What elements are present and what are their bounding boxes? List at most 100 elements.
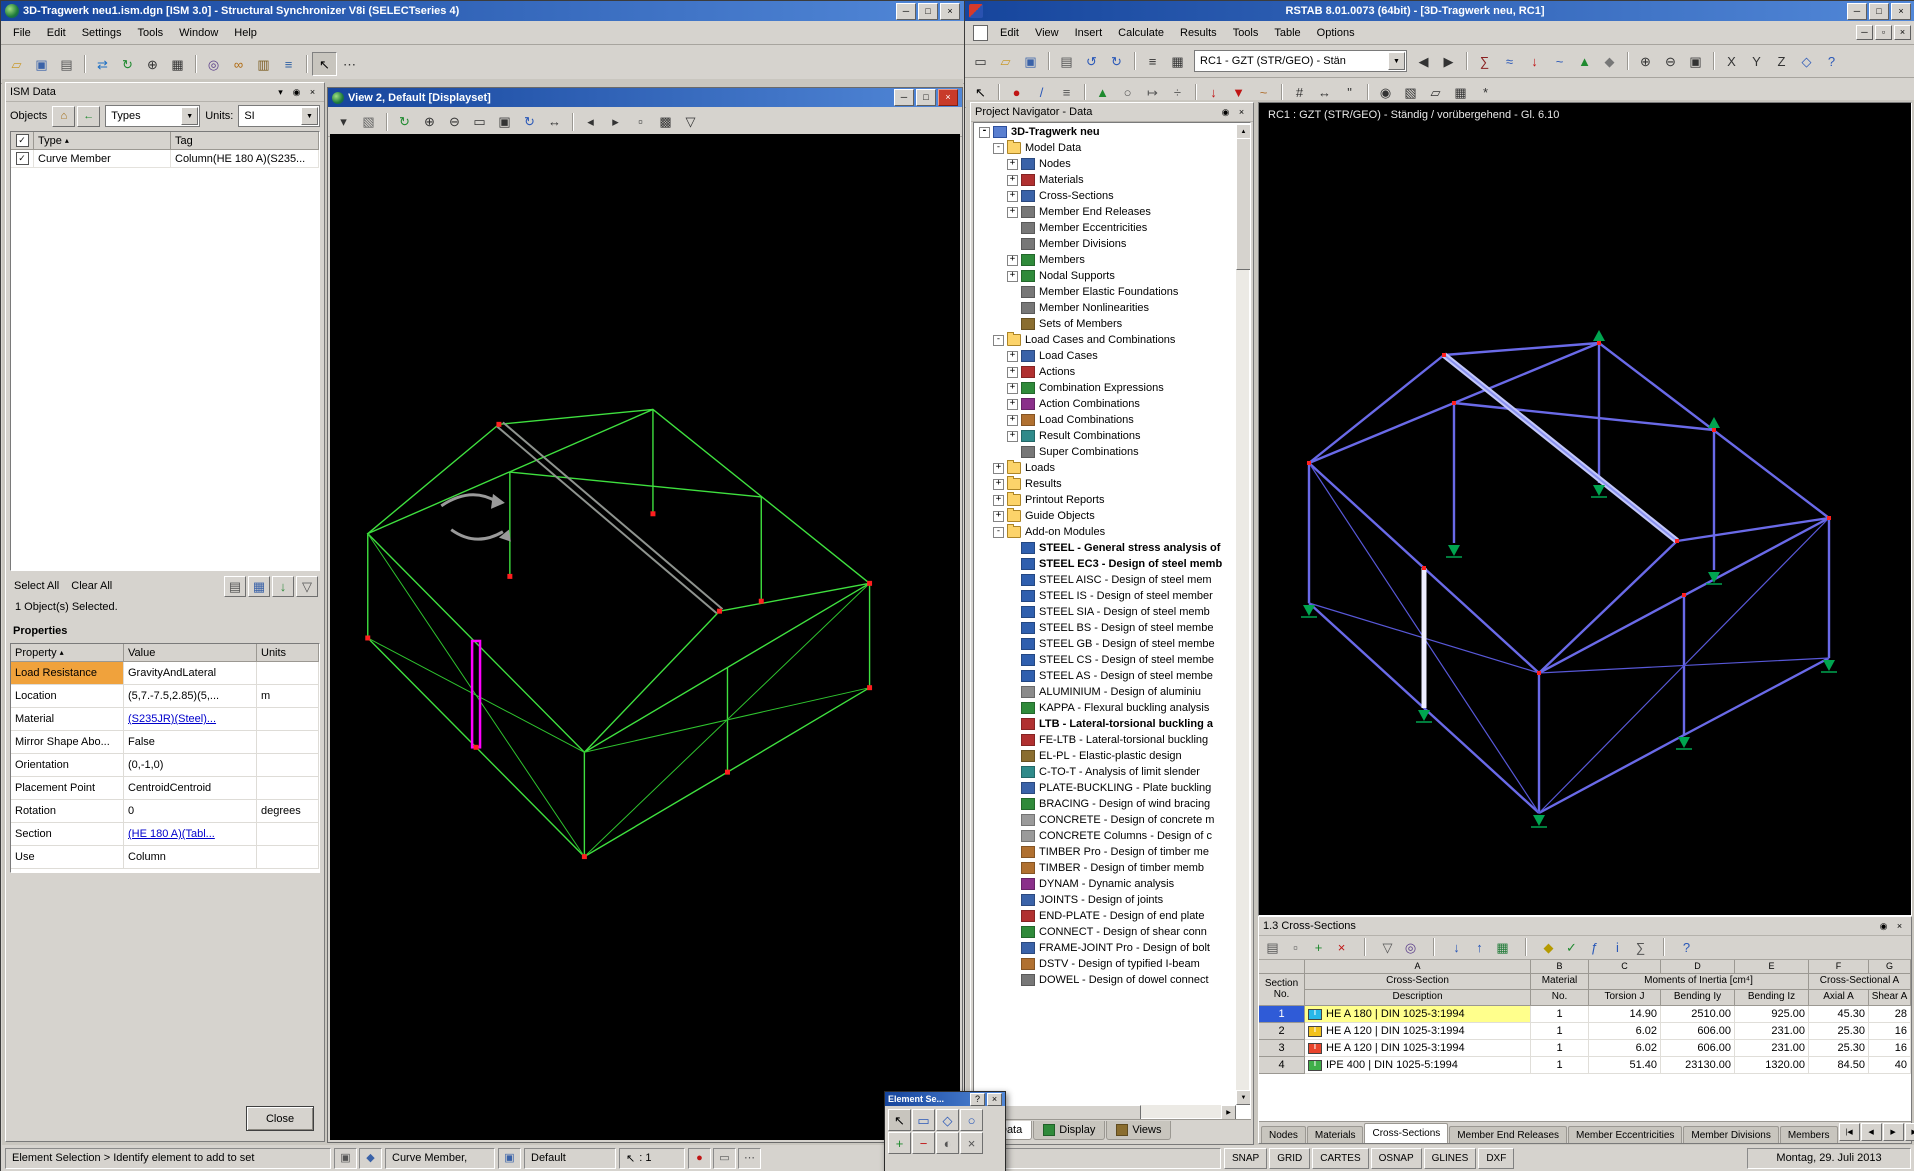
pin-icon[interactable]: ◉ xyxy=(1876,919,1891,933)
toolbar-icon[interactable] xyxy=(1422,936,1445,958)
help-icon[interactable]: ? xyxy=(1675,936,1698,958)
tree-item[interactable]: TIMBER - Design of timber memb xyxy=(975,860,1236,876)
add-selection-icon[interactable]: + xyxy=(888,1132,911,1154)
tree-expander[interactable]: - xyxy=(979,126,990,138)
sum-icon[interactable]: ∑ xyxy=(1629,936,1652,958)
select-arrow-icon[interactable]: ↖ xyxy=(888,1109,911,1131)
first-row-button[interactable]: |◀ xyxy=(1838,1123,1860,1141)
menu-item[interactable]: Table xyxy=(1266,24,1308,42)
Load Resistance[interactable]: Load Resistance GravityAndLateral xyxy=(11,662,319,685)
invert-selection-icon[interactable]: ◐ xyxy=(936,1132,959,1154)
Orientation[interactable]: Orientation (0,-1,0) xyxy=(11,754,319,777)
table-tab-materials[interactable]: Materials xyxy=(1306,1126,1364,1143)
tree-item[interactable]: CONCRETE Columns - Design of c xyxy=(975,828,1236,844)
tree-item[interactable]: CONCRETE - Design of concrete m xyxy=(975,812,1236,828)
find-icon[interactable]: ◎ xyxy=(1399,936,1422,958)
update-icon[interactable]: ↻ xyxy=(115,52,140,76)
tree-item[interactable]: Member Elastic Foundations xyxy=(975,284,1236,300)
view-toolbar-icon[interactable] xyxy=(381,110,392,134)
toolbar-icon[interactable] xyxy=(1708,49,1719,73)
fit-view-icon[interactable]: ▣ xyxy=(1683,49,1708,73)
scroll-right-icon[interactable] xyxy=(1221,1105,1236,1119)
tree-item[interactable]: + Member End Releases xyxy=(975,204,1236,220)
menu-item[interactable]: Insert xyxy=(1067,24,1111,42)
tree-expander[interactable]: + xyxy=(1007,382,1018,394)
tree-item[interactable]: STEEL SIA - Design of steel memb xyxy=(975,604,1236,620)
pan-view-icon[interactable]: ↔ xyxy=(542,110,567,134)
menu-item[interactable]: Tools xyxy=(1225,24,1267,42)
tree-item[interactable]: CONNECT - Design of shear conn xyxy=(975,924,1236,940)
update-view-icon[interactable]: ↻ xyxy=(392,110,417,134)
table-tab-nodes[interactable]: Nodes xyxy=(1261,1126,1306,1143)
tree-item[interactable]: - Load Cases and Combinations xyxy=(975,332,1236,348)
tree-item[interactable]: + Combination Expressions xyxy=(975,380,1236,396)
chevron-down-icon[interactable]: ▾ xyxy=(273,85,288,99)
more-icon[interactable]: ⋯ xyxy=(738,1147,761,1169)
prev-row-button[interactable]: ◀ xyxy=(1860,1123,1882,1141)
toolbar-icon[interactable] xyxy=(79,52,90,76)
function-icon[interactable]: ƒ xyxy=(1583,936,1606,958)
copy-row-icon[interactable]: ▫ xyxy=(1284,936,1307,958)
table-tab-members[interactable]: Members xyxy=(1779,1126,1838,1143)
toolbar-icon[interactable] xyxy=(1622,49,1633,73)
maximize-view-button[interactable]: □ xyxy=(916,89,936,106)
info-icon[interactable]: i xyxy=(1606,936,1629,958)
chevron-down-icon[interactable] xyxy=(301,107,318,125)
status-toggle[interactable]: OSNAP xyxy=(1370,1147,1422,1169)
redo-icon[interactable]: ↻ xyxy=(1104,49,1129,73)
maximize-button[interactable]: □ xyxy=(1869,2,1889,20)
navigator-toggle-icon[interactable]: ≡ xyxy=(1140,49,1165,73)
lock-icon[interactable]: ▣ xyxy=(334,1147,357,1169)
tree-item[interactable]: + Nodes xyxy=(975,156,1236,172)
layers-icon[interactable]: ≡ xyxy=(276,52,301,76)
view-canvas[interactable] xyxy=(330,134,960,1140)
Rotation[interactable]: Rotation 0 degrees xyxy=(11,800,319,823)
tree-item[interactable]: FRAME-JOINT Pro - Design of bolt xyxy=(975,940,1236,956)
Section[interactable]: Section (HE 180 A)(Tabl... xyxy=(11,823,319,846)
toolbar-icon[interactable] xyxy=(1652,936,1675,958)
clip-volume-icon[interactable]: ▩ xyxy=(653,110,678,134)
import-icon[interactable]: ↓ xyxy=(1445,936,1468,958)
tree-item[interactable]: + Action Combinations xyxy=(975,396,1236,412)
tree-item[interactable]: + Results xyxy=(975,476,1236,492)
tree-item[interactable]: - 3D-Tragwerk neu xyxy=(975,124,1236,140)
document-icon[interactable] xyxy=(973,24,988,41)
view-z-icon[interactable]: Z xyxy=(1769,49,1794,73)
show-loads-icon[interactable]: ↓ xyxy=(1522,49,1547,73)
close-button[interactable]: × xyxy=(940,2,960,20)
menu-item[interactable]: File xyxy=(5,24,39,42)
cross-section-row[interactable]: 2 I HE A 120 | DIN 1025-3:1994 1 6.02 60… xyxy=(1259,1023,1911,1040)
check-icon[interactable]: ✓ xyxy=(1560,936,1583,958)
report-icon[interactable]: ▥ xyxy=(251,52,276,76)
minimize-view-button[interactable]: ─ xyxy=(894,89,914,106)
locate-icon[interactable]: ⊕ xyxy=(140,52,165,76)
tree-expander[interactable]: - xyxy=(993,142,1004,154)
view-toolbar-icon[interactable] xyxy=(567,110,578,134)
cross-section-row[interactable]: 1 I HE A 180 | DIN 1025-3:1994 1 14.90 2… xyxy=(1259,1006,1911,1023)
select-rect-icon[interactable]: ▭ xyxy=(912,1109,935,1131)
status-toggle[interactable]: DXF xyxy=(1478,1147,1515,1169)
mdi-minimize-button[interactable]: ─ xyxy=(1856,25,1873,40)
toolbar-icon[interactable] xyxy=(190,52,201,76)
popup-close-button[interactable]: × xyxy=(987,1092,1002,1106)
tree-expander[interactable]: + xyxy=(993,510,1004,522)
tree-item[interactable]: STEEL IS - Design of steel member xyxy=(975,588,1236,604)
tree-item[interactable]: + Printout Reports xyxy=(975,492,1236,508)
tree-expander[interactable]: + xyxy=(1007,430,1018,442)
close-panel-icon[interactable]: × xyxy=(1234,105,1249,119)
view-x-icon[interactable]: X xyxy=(1719,49,1744,73)
next-case-icon[interactable]: ▶ xyxy=(1436,49,1461,73)
zoom-in-icon[interactable]: ⊕ xyxy=(417,110,442,134)
print-icon[interactable]: ▤ xyxy=(1054,49,1079,73)
tree-item[interactable]: JOINTS - Design of joints xyxy=(975,892,1236,908)
scroll-down-icon[interactable] xyxy=(1236,1090,1250,1105)
zoom-in-icon[interactable]: ⊕ xyxy=(1633,49,1658,73)
tables-icon[interactable]: ▦ xyxy=(1165,49,1190,73)
select-poly-icon[interactable]: ◇ xyxy=(936,1109,959,1131)
Location[interactable]: Location (5,7.-7.5,2.85)(5,... m xyxy=(11,685,319,708)
model-viewport[interactable]: RC1 : GZT (STR/GEO) - Ständig / vorüberg… xyxy=(1258,102,1912,916)
tree-item[interactable]: - Model Data xyxy=(975,140,1236,156)
delete-row-icon[interactable]: × xyxy=(1330,936,1353,958)
toolbar-icon[interactable] xyxy=(301,52,312,76)
tree-item[interactable]: + Loads xyxy=(975,460,1236,476)
